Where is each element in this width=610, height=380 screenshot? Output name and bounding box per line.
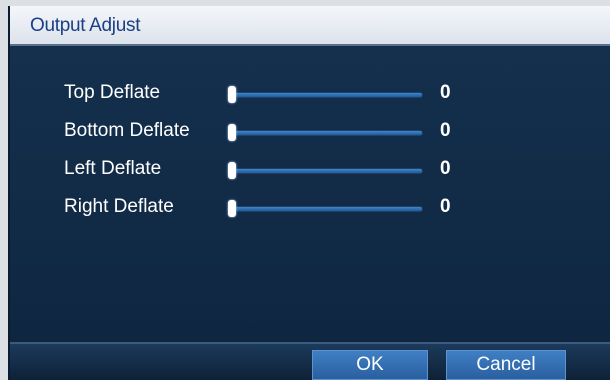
- slider-track[interactable]: [228, 131, 422, 135]
- slider-thumb[interactable]: [228, 200, 236, 217]
- right-deflate-label: Right Deflate: [64, 196, 174, 217]
- slider-thumb[interactable]: [228, 124, 236, 141]
- title-bar: Output Adjust: [10, 6, 610, 46]
- left-deflate-slider[interactable]: [222, 160, 422, 182]
- top-deflate-value: 0: [440, 82, 451, 103]
- output-adjust-dialog: Output Adjust Top Deflate 0 Bottom Defla…: [8, 6, 610, 380]
- setting-row-bottom-deflate: Bottom Deflate 0: [10, 116, 610, 150]
- top-deflate-slider[interactable]: [222, 84, 422, 106]
- slider-thumb[interactable]: [228, 86, 236, 103]
- button-bar: OK Cancel: [10, 342, 610, 380]
- bottom-deflate-label: Bottom Deflate: [64, 120, 190, 141]
- bottom-deflate-value: 0: [440, 120, 451, 141]
- settings-panel: Top Deflate 0 Bottom Deflate 0 Left Defl…: [10, 46, 610, 342]
- setting-row-right-deflate: Right Deflate 0: [10, 192, 610, 226]
- right-deflate-slider[interactable]: [222, 198, 422, 220]
- setting-row-left-deflate: Left Deflate 0: [10, 154, 610, 188]
- ok-button[interactable]: OK: [312, 350, 428, 380]
- bottom-deflate-slider[interactable]: [222, 122, 422, 144]
- slider-thumb[interactable]: [228, 162, 236, 179]
- right-deflate-value: 0: [440, 196, 451, 217]
- dialog-title: Output Adjust: [30, 15, 141, 36]
- slider-track[interactable]: [228, 169, 422, 173]
- slider-track[interactable]: [228, 207, 422, 211]
- left-deflate-value: 0: [440, 158, 451, 179]
- left-deflate-label: Left Deflate: [64, 158, 162, 179]
- top-deflate-label: Top Deflate: [64, 82, 161, 103]
- setting-row-top-deflate: Top Deflate 0: [10, 78, 610, 112]
- cancel-button[interactable]: Cancel: [446, 350, 566, 380]
- slider-track[interactable]: [228, 93, 422, 97]
